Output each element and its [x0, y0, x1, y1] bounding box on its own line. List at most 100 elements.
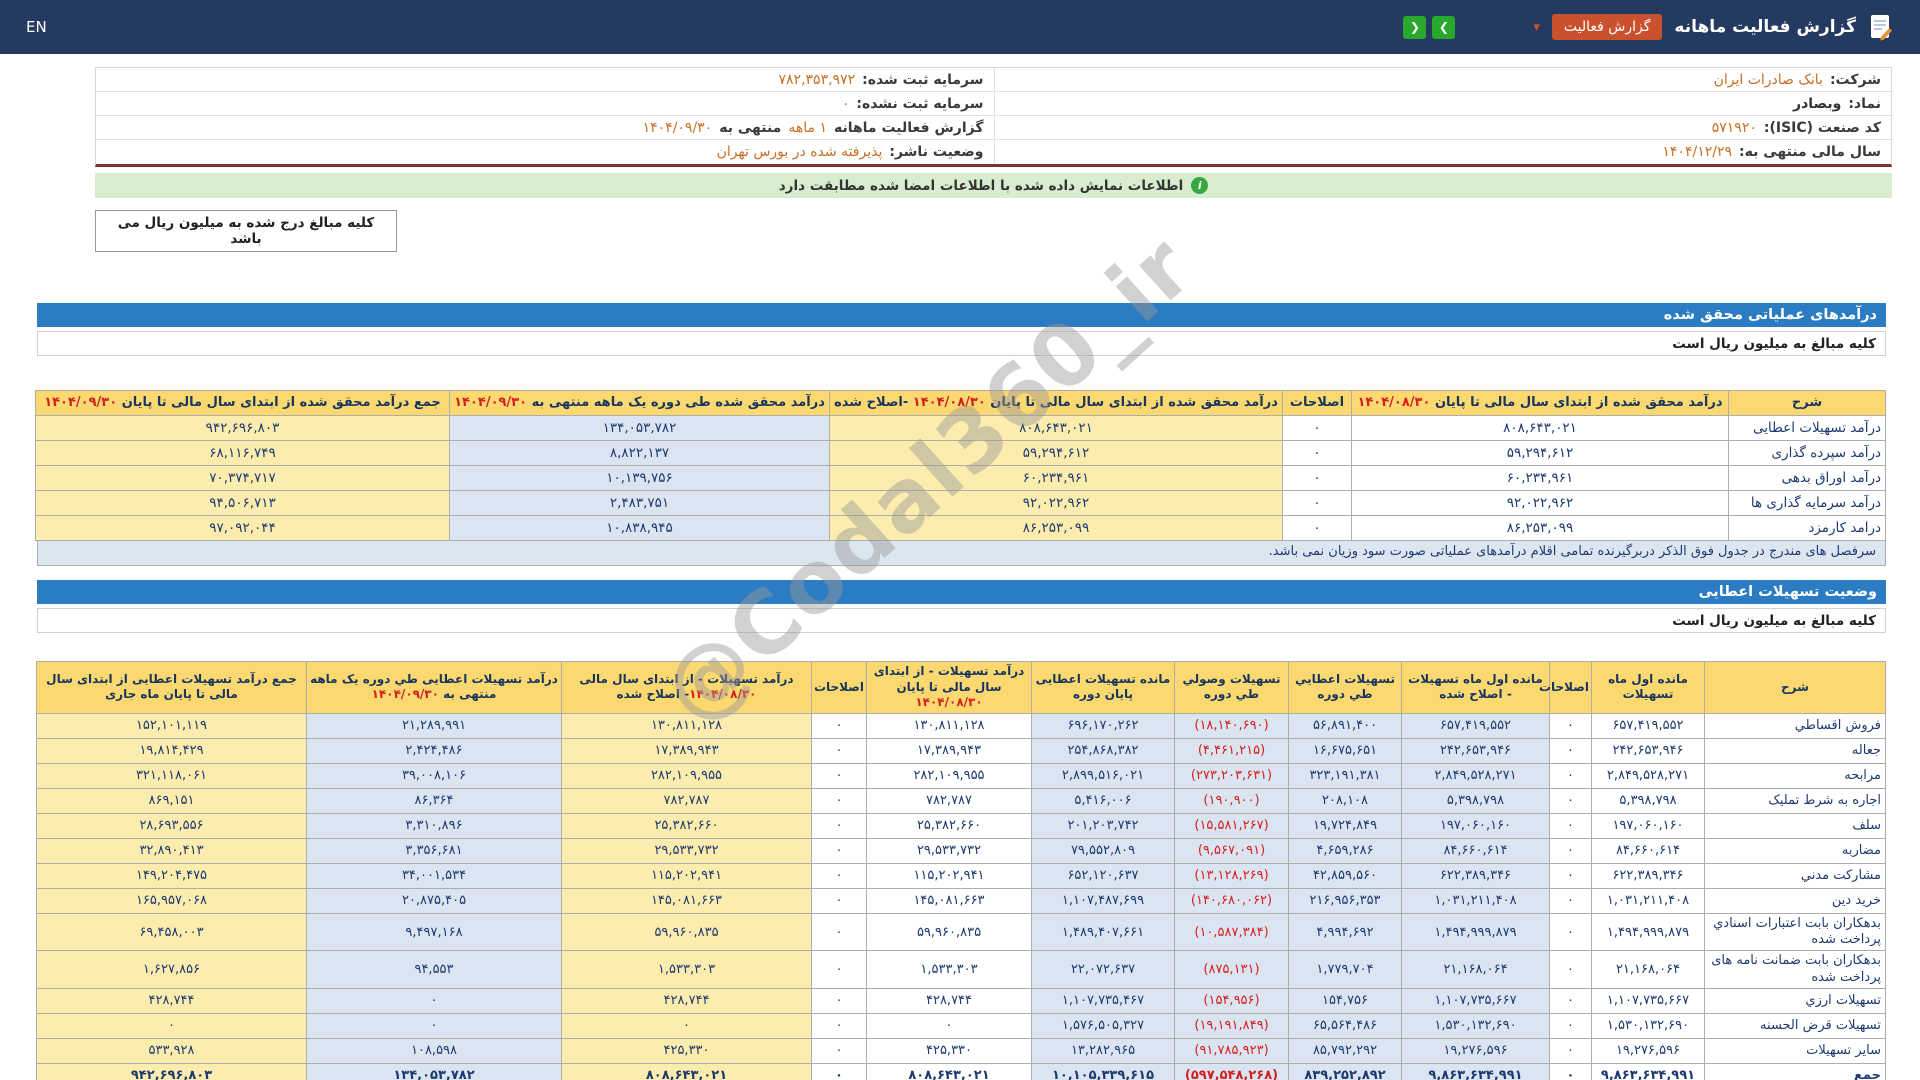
report-period-date: ۱۴۰۴/۰۹/۳۰	[643, 120, 713, 136]
loans-cell: (۹۱,۷۸۵,۹۲۳)	[1175, 1038, 1289, 1063]
loans-cell: ۰	[1550, 951, 1592, 989]
next-report-button[interactable]: ❯	[1432, 16, 1455, 39]
report-period-label: گزارش فعالیت ماهانه	[834, 120, 984, 136]
loans-cell: ۰	[1550, 788, 1592, 813]
income-cell: ۵۹,۲۹۴,۶۱۲	[1352, 441, 1729, 466]
issuer-status-field: وضعیت ناشر: پذیرفته شده در بورس تهران	[96, 140, 994, 164]
loans-cell: ۱,۰۳۱,۲۱۱,۴۰۸	[1592, 888, 1705, 913]
loans-cell: ۲۱۶,۹۵۶,۳۵۳	[1289, 888, 1402, 913]
loans-row-label: مضاربه	[1705, 838, 1886, 863]
report-type-dropdown[interactable]: گزارش فعالیت	[1552, 14, 1663, 40]
loans-cell: ۲۲,۰۷۲,۶۳۷	[1032, 951, 1175, 989]
report-period-field: گزارش فعالیت ماهانه ۱ ماهه منتهی به ۱۴۰۴…	[96, 116, 994, 140]
document-pencil-icon	[1868, 13, 1894, 41]
income-header-cell: درآمد محقق شده از ابتدای سال مالی تا پای…	[1352, 391, 1729, 416]
loans-cell: ۱۶,۶۷۵,۶۵۱	[1289, 738, 1402, 763]
loans-cell: ۰	[1550, 738, 1592, 763]
loans-cell: ۳۲,۸۹۰,۴۱۳	[37, 838, 307, 863]
prev-report-button[interactable]: ❮	[1403, 16, 1426, 39]
loans-cell: ۱۹,۲۷۶,۵۹۶	[1402, 1038, 1550, 1063]
loans-cell: ۰	[1550, 863, 1592, 888]
loans-cell: ۰	[1550, 813, 1592, 838]
loans-row-label: فروش اقساطي	[1705, 713, 1886, 738]
loans-cell: ۱۹,۸۱۴,۴۲۹	[37, 738, 307, 763]
symbol-value: وبصادر	[1793, 96, 1841, 112]
loans-cell: ۰	[1550, 763, 1592, 788]
loans-cell: ۰	[1550, 888, 1592, 913]
operating-income-footnote: سرفصل های مندرج در جدول فوق الذکر دربرگی…	[37, 541, 1886, 566]
top-bar-right-group: گزارش فعالیت ماهانه گزارش فعالیت ▾ ❯ ❮	[1403, 13, 1894, 41]
income-row-label: درآمد سپر­ده گذاری	[1729, 441, 1886, 466]
loans-cell: ۰	[37, 1013, 307, 1038]
loans-cell: ۰	[812, 1013, 867, 1038]
loans-cell: ۰	[1550, 838, 1592, 863]
loans-cell: ۱۹,۲۷۶,۵۹۶	[1592, 1038, 1705, 1063]
report-nav-buttons: ❯ ❮	[1403, 16, 1455, 39]
loans-cell: ۰	[812, 1063, 867, 1080]
header-date: ۱۴۰۴/۰۹/۳۰	[454, 395, 527, 410]
loans-cell: ۴۲۵,۳۳۰	[562, 1038, 812, 1063]
chevron-down-icon[interactable]: ▾	[1533, 20, 1540, 35]
symbol-label: نماد:	[1848, 96, 1881, 112]
registered-capital-label: سرمایه ثبت شده:	[862, 72, 983, 88]
loans-cell: ۶۲۲,۳۸۹,۳۴۶	[1592, 863, 1705, 888]
loans-cell: ۶۵۲,۱۲۰,۶۳۷	[1032, 863, 1175, 888]
loans-cell: ۰	[812, 838, 867, 863]
loans-cell: (۱۵۴,۹۵۶)	[1175, 988, 1289, 1013]
loans-cell: ۱,۵۷۶,۵۰۵,۳۲۷	[1032, 1013, 1175, 1038]
report-period-mid: منتهی به	[719, 120, 781, 136]
company-link[interactable]: بانک صادرات ایران	[1714, 72, 1823, 88]
loans-row: خرید دین۱,۰۳۱,۲۱۱,۴۰۸۰۱,۰۳۱,۲۱۱,۴۰۸۲۱۶,۹…	[37, 888, 1886, 913]
loans-cell: ۱,۴۸۹,۴۰۷,۶۶۱	[1032, 913, 1175, 951]
loans-cell: ۱۷,۳۸۹,۹۴۳	[562, 738, 812, 763]
loans-status-header-row: شرحمانده اول ماه تسهیلاتاصلاحاتمانده اول…	[37, 662, 1886, 714]
income-header-cell: شرح	[1729, 391, 1886, 416]
loans-cell: (۹,۵۶۷,۰۹۱)	[1175, 838, 1289, 863]
loans-cell: ۱,۴۹۴,۹۹۹,۸۷۹	[1402, 913, 1550, 951]
loans-cell: ۳,۳۵۶,۶۸۱	[307, 838, 562, 863]
loans-cell: ۱,۷۷۹,۷۰۴	[1289, 951, 1402, 989]
fiscal-year-field: سال مالی منتهی به: ۱۴۰۴/۱۲/۲۹	[994, 140, 1892, 164]
loans-cell: ۱۳۰,۸۱۱,۱۲۸	[867, 713, 1032, 738]
issuer-status-label: وضعیت ناشر:	[889, 144, 983, 160]
income-row-label: درآمد اوراق بدهی	[1729, 466, 1886, 491]
loans-row-label: جعاله	[1705, 738, 1886, 763]
loans-row: سایر تسهیلات۱۹,۲۷۶,۵۹۶۰۱۹,۲۷۶,۵۹۶۸۵,۷۹۲,…	[37, 1038, 1886, 1063]
loans-cell: ۹۴,۵۵۳	[307, 951, 562, 989]
loans-cell: ۸۴,۶۶۰,۶۱۴	[1402, 838, 1550, 863]
signature-match-banner: i اطلاعات نمایش داده شده با اطلاعات امضا…	[95, 173, 1892, 198]
loans-cell: ۱۳۴,۰۵۳,۷۸۲	[307, 1063, 562, 1080]
loans-cell: ۱۴۵,۰۸۱,۶۶۳	[562, 888, 812, 913]
income-cell: ۹۴۲,۶۹۶,۸۰۳	[36, 416, 450, 441]
loans-cell: ۱۹۷,۰۶۰,۱۶۰	[1402, 813, 1550, 838]
loans-header-cell: تسهیلات اعطايي طي دوره	[1289, 662, 1402, 714]
language-toggle[interactable]: EN	[26, 18, 47, 36]
income-cell: ۸۶,۲۵۳,۰۹۹	[1352, 516, 1729, 541]
loans-cell: ۹,۴۹۷,۱۶۸	[307, 913, 562, 951]
loans-cell: ۱۳,۲۸۲,۹۶۵	[1032, 1038, 1175, 1063]
symbol-field: نماد: وبصادر	[994, 92, 1892, 116]
isic-label: کد صنعت (ISIC):	[1764, 120, 1881, 136]
loans-row: تسهیلات ارزي۱,۱۰۷,۷۳۵,۶۶۷۰۱,۱۰۷,۷۳۵,۶۶۷۱…	[37, 988, 1886, 1013]
loans-cell: ۴۲۸,۷۴۴	[37, 988, 307, 1013]
loans-cell: ۱,۵۳۰,۱۳۲,۶۹۰	[1592, 1013, 1705, 1038]
isic-value: ۵۷۱۹۲۰	[1712, 120, 1757, 136]
header-date: ۱۴۰۴/۰۸/۳۰	[915, 695, 982, 709]
income-cell: ۹۲,۰۲۲,۹۶۲	[1352, 491, 1729, 516]
loans-cell: ۲۴۲,۶۵۳,۹۴۶	[1402, 738, 1550, 763]
income-row-label: درامد کارمزد	[1729, 516, 1886, 541]
loans-cell: ۱,۴۹۴,۹۹۹,۸۷۹	[1592, 913, 1705, 951]
unregistered-capital-label: سرمایه ثبت نشده:	[856, 96, 983, 112]
loans-cell: (۱۴۰,۶۸۰,۰۶۲)	[1175, 888, 1289, 913]
unregistered-capital-value: ۰	[842, 96, 850, 112]
income-cell: ۰	[1283, 516, 1352, 541]
income-header-cell: درآمد محقق شده طی دوره یک ماهه منتهی به …	[450, 391, 830, 416]
loans-row-label: بدهکاران بابت ضمانت نامه های پرداخت شده	[1705, 951, 1886, 989]
loans-cell: ۲۸,۶۹۳,۵۵۶	[37, 813, 307, 838]
loans-cell: ۵,۳۹۸,۷۹۸	[1592, 788, 1705, 813]
loans-row-label: اجاره به شرط تملیک	[1705, 788, 1886, 813]
income-cell: ۶۰,۲۳۴,۹۶۱	[1352, 466, 1729, 491]
info-row: سال مالی منتهی به: ۱۴۰۴/۱۲/۲۹ وضعیت ناشر…	[96, 140, 1891, 164]
income-cell: ۶۸,۱۱۶,۷۴۹	[36, 441, 450, 466]
loans-cell: ۲۰۸,۱۰۸	[1289, 788, 1402, 813]
